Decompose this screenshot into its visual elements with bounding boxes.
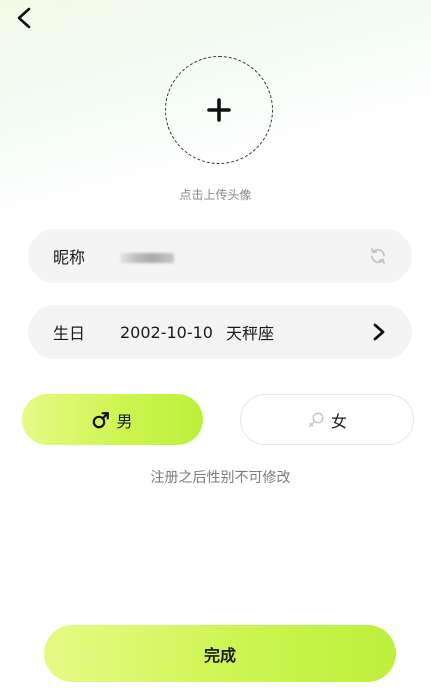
plus-icon xyxy=(207,98,231,122)
chevron-right-icon xyxy=(373,323,385,341)
gender-note: 注册之后性别不可修改 xyxy=(150,470,291,486)
avatar-hint: 点击上传头像 xyxy=(179,188,252,202)
zodiac-value: 天秤座 xyxy=(226,324,275,343)
back-arrow-icon xyxy=(17,7,31,29)
avatar-upload-button[interactable] xyxy=(165,56,273,164)
gender-male-label: 男 xyxy=(116,411,133,431)
nickname-row: 昵称 xyxy=(28,229,412,283)
gender-male-button[interactable]: 男 xyxy=(22,394,203,445)
birthday-row[interactable]: 生日 2002-10-10 天秤座 xyxy=(28,305,412,359)
back-button[interactable] xyxy=(6,2,42,34)
nickname-field[interactable] xyxy=(120,253,174,263)
birthday-label: 生日 xyxy=(53,324,86,343)
nickname-label: 昵称 xyxy=(53,248,86,267)
female-icon xyxy=(307,411,325,429)
gender-female-label: 女 xyxy=(330,411,347,431)
male-icon xyxy=(92,411,110,429)
birthday-value: 2002-10-10 xyxy=(120,322,213,342)
refresh-icon[interactable] xyxy=(368,246,388,266)
gender-female-button[interactable]: 女 xyxy=(240,394,414,445)
done-button[interactable]: 完成 xyxy=(44,625,396,682)
